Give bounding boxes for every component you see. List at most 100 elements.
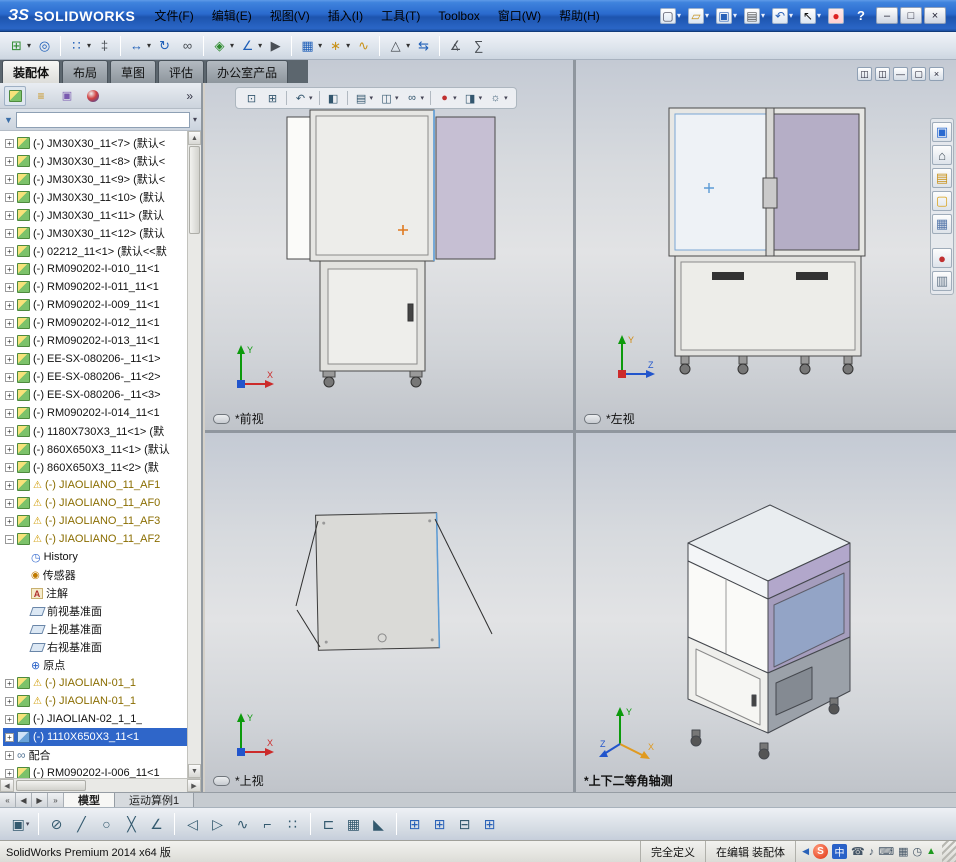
tree-horizontal-scrollbar[interactable]: ◀ ▶ <box>0 778 201 792</box>
expand-icon[interactable]: + <box>5 732 14 742</box>
pane-split-right-button[interactable]: ⊞ <box>427 812 452 837</box>
collapse-icon[interactable]: − <box>5 534 14 544</box>
appearances-icon[interactable]: ● <box>932 248 952 268</box>
propertymanager-tab[interactable]: ≡ <box>30 86 52 106</box>
viewport-left[interactable]: Y Z *左视 <box>576 60 956 430</box>
scroll-left-button[interactable]: ◀ <box>0 779 14 792</box>
menu-help[interactable]: 帮助(H) <box>550 0 609 31</box>
mirror-right-button[interactable]: ▷ <box>205 812 230 837</box>
pane-grid-button[interactable]: ⊞ <box>477 812 502 837</box>
dropdown-arrow-icon[interactable]: ▾ <box>26 820 30 828</box>
scroll-right-button[interactable]: ▶ <box>187 779 201 792</box>
file-explorer-icon[interactable]: ▢ <box>932 191 952 211</box>
expand-icon[interactable]: + <box>5 300 14 310</box>
zoom-fit-button[interactable]: ⊡ <box>242 90 261 106</box>
tree-item[interactable]: 右视基准面 <box>3 638 201 656</box>
tree-item[interactable]: + (-) 860X650X3_11<1> (默认 <box>3 440 201 458</box>
tree-item[interactable]: + (-) JIAOLIAN-02_1_1_ <box>3 710 201 728</box>
expand-icon[interactable]: + <box>5 516 14 526</box>
tab-assembly[interactable]: 装配体 <box>2 60 61 83</box>
view-palette-icon[interactable]: ▦ <box>932 214 952 234</box>
expand-icon[interactable]: + <box>5 372 14 382</box>
menu-tools[interactable]: 工具(T) <box>372 0 429 31</box>
menu-file[interactable]: 文件(F) <box>145 0 202 31</box>
expand-icon[interactable]: + <box>5 246 14 256</box>
mass-properties-button[interactable]: ∑ <box>467 34 490 58</box>
dropdown-arrow-icon[interactable]: ▾ <box>504 94 508 102</box>
tree-item[interactable]: + (-) 1180X730X3_11<1> (默 <box>3 422 201 440</box>
dropdown-arrow-icon[interactable]: ▾ <box>370 94 374 102</box>
tree-item-selected[interactable]: + (-) 1110X650X3_11<1 <box>3 728 201 746</box>
dropdown-arrow-icon[interactable]: ▾ <box>453 94 457 102</box>
dropdown-arrow-icon[interactable]: ▾ <box>817 11 821 20</box>
dropdown-arrow-icon[interactable]: ▾ <box>87 41 91 50</box>
trim-entities-button[interactable]: ⊏ <box>316 812 341 837</box>
expand-icon[interactable]: + <box>5 228 14 238</box>
apply-scene-button[interactable]: ◨ ▾ <box>461 90 485 106</box>
expand-icon[interactable]: + <box>5 498 14 508</box>
expand-icon[interactable]: + <box>5 408 14 418</box>
tree-filter-input[interactable] <box>15 111 190 128</box>
tab-layout[interactable]: 布局 <box>62 60 109 83</box>
pane-remove-button[interactable]: ⊟ <box>452 812 477 837</box>
expand-icon[interactable]: + <box>5 480 14 490</box>
sketch-pattern-button[interactable]: ∷ <box>280 812 305 837</box>
expand-icon[interactable]: + <box>5 426 14 436</box>
ime-chinese-icon[interactable]: 中 <box>831 844 847 859</box>
dropdown-arrow-icon[interactable]: ▾ <box>761 11 765 20</box>
sound-tray-icon[interactable]: ♪ <box>869 846 875 858</box>
no-solve-button[interactable]: ⊘ <box>44 812 69 837</box>
explode-line-sketch-button[interactable]: ∿ <box>352 34 375 58</box>
solidworks-resources-icon[interactable]: ▣ <box>932 122 952 142</box>
smart-fasteners-button[interactable]: ‡ <box>93 34 116 58</box>
undo-button[interactable]: ↶ ▾ <box>770 6 795 26</box>
tree-item[interactable]: 前视基准面 <box>3 602 201 620</box>
displaymanager-tab[interactable] <box>82 86 104 106</box>
dropdown-arrow-icon[interactable]: ▾ <box>318 41 322 50</box>
previous-view-button[interactable]: ↶ ▾ <box>291 90 315 106</box>
tree-item[interactable]: + (-) RM090202-I-009_11<1 <box>3 296 201 314</box>
filter-dropdown-icon[interactable]: ▾ <box>193 115 197 124</box>
scroll-down-button[interactable]: ▼ <box>188 764 201 778</box>
doc-close-button[interactable]: × <box>929 67 944 81</box>
dropdown-arrow-icon[interactable]: ▾ <box>147 41 151 50</box>
expand-icon[interactable]: + <box>5 714 14 724</box>
tree-item[interactable]: + ⚠ (-) JIAOLIANO_11_AF0 <box>3 494 201 512</box>
tree-item[interactable]: + (-) JM30X30_11<12> (默认 <box>3 224 201 242</box>
menu-view[interactable]: 视图(V) <box>261 0 319 31</box>
zoom-area-button[interactable]: ⊞ <box>263 90 282 106</box>
dropdown-arrow-icon[interactable]: ▾ <box>705 11 709 20</box>
doc-tile-left-button[interactable]: ◫ <box>857 67 872 81</box>
expand-icon[interactable]: + <box>5 174 14 184</box>
clock-tray-icon[interactable]: ◷ <box>912 845 922 858</box>
expand-icon[interactable]: + <box>5 750 14 760</box>
dropdown-arrow-icon[interactable]: ▾ <box>258 41 262 50</box>
dropdown-arrow-icon[interactable]: ▾ <box>309 94 313 102</box>
tab-scroll-next-button[interactable]: ▶ <box>32 793 48 807</box>
custom-properties-icon[interactable]: ▥ <box>932 271 952 291</box>
tree-item[interactable]: + ⚠ (-) JIAOLIAN-01_1 <box>3 692 201 710</box>
viewport-top[interactable]: Y X *上视 <box>205 433 573 792</box>
menu-insert[interactable]: 插入(I) <box>319 0 372 31</box>
minimize-button[interactable]: – <box>876 7 898 24</box>
linear-component-pattern-button[interactable]: ∷ ▾ <box>65 34 93 58</box>
circle-tool-button[interactable]: ○ <box>94 812 119 837</box>
expand-icon[interactable]: + <box>5 318 14 328</box>
tray-expand-icon[interactable]: ◀ <box>802 846 809 857</box>
viewport-isometric[interactable]: Y X Z *上下二等角轴测 <box>576 433 956 792</box>
tree-item[interactable]: A 注解 <box>3 584 201 602</box>
show-hidden-components-button[interactable]: ∞ <box>176 34 199 58</box>
expand-icon[interactable]: + <box>5 210 14 220</box>
expand-icon[interactable]: + <box>5 336 14 346</box>
phone-tray-icon[interactable]: ☎ <box>851 845 865 858</box>
chamfer-button[interactable]: ◣ <box>366 812 391 837</box>
display-style-button[interactable]: ◫ ▾ <box>377 90 401 106</box>
section-view-button[interactable]: ◧ <box>324 90 343 106</box>
expand-icon[interactable]: + <box>5 678 14 688</box>
close-button[interactable]: × <box>924 7 946 24</box>
tree-item[interactable]: + (-) RM090202-I-012_11<1 <box>3 314 201 332</box>
linear-pattern-button[interactable]: ▦ <box>341 812 366 837</box>
new-motion-study-button[interactable]: ▶ <box>264 34 287 58</box>
tab-model[interactable]: 模型 <box>64 793 115 807</box>
dropdown-arrow-icon[interactable]: ▾ <box>677 11 681 20</box>
